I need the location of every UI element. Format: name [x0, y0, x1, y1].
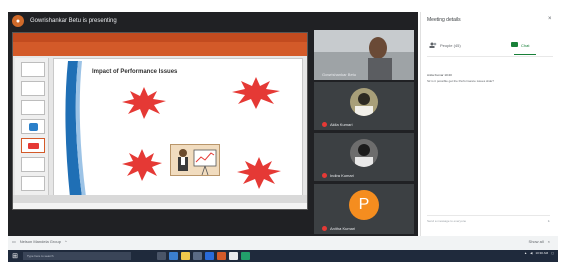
task-view-icon[interactable] [157, 252, 166, 260]
powerpoint-window: Impact of Performance Issues [12, 32, 308, 210]
tab-active-indicator [514, 54, 536, 55]
slide-thumbnail[interactable] [21, 62, 45, 77]
burst-shape [122, 87, 166, 119]
chevron-up-icon[interactable]: ^ [65, 239, 67, 244]
tab-people-label: People (45) [440, 42, 461, 48]
download-item[interactable]: ▭ Nelson Mandela Group ^ [12, 239, 67, 244]
participant-name-row: Gowrishankar Betu [322, 72, 356, 77]
screen: ● Gowrishankar Betu is presenting Impact… [0, 0, 562, 262]
avatar [350, 88, 378, 116]
meet-logo-icon: ● [12, 15, 24, 27]
meet-top-bar: ● Gowrishankar Betu is presenting [8, 12, 418, 30]
slide-thumbnail[interactable] [21, 157, 45, 172]
clock-time[interactable]: 10:30 AM [535, 251, 548, 255]
presenter-clipart [170, 144, 220, 176]
system-tray: ▲ ◀ 10:30 AM ▢ [524, 251, 554, 255]
participant-name-row: Anitha Kumari [322, 226, 355, 231]
tab-chat[interactable]: Chat [511, 37, 529, 53]
avatar-letter: P [349, 190, 379, 220]
taskbar-app-icons [157, 252, 250, 260]
chat-message-author: Anita Kumar 10:20 [427, 73, 452, 77]
word-icon[interactable] [205, 252, 214, 260]
panel-title: Meeting details [427, 17, 461, 23]
avatar [350, 139, 378, 167]
slide-title: Impact of Performance Issues [92, 69, 178, 75]
people-icon [429, 42, 437, 48]
close-icon[interactable]: × [548, 16, 552, 22]
mic-off-icon [322, 122, 327, 127]
meeting-details-panel: Meeting details × People (45) Chat Anita… [420, 12, 555, 236]
taskbar-search-box[interactable]: Type here to search [23, 252, 131, 260]
taskbar-search-placeholder: Type here to search [27, 254, 54, 258]
powerpoint-icon[interactable] [217, 252, 226, 260]
close-download-bar-icon[interactable]: × [548, 239, 550, 244]
file-explorer-icon[interactable] [181, 252, 190, 260]
tab-divider [427, 56, 553, 57]
participant-tile[interactable]: Akila Kumari [314, 82, 414, 130]
participant-tile[interactable]: P Anitha Kumari [314, 184, 414, 234]
burst-shape [122, 149, 162, 181]
mic-off-icon [322, 226, 327, 231]
file-icon: ▭ [12, 239, 16, 244]
windows-taskbar: ⊞ Type here to search ▲ ◀ 10:30 AM ▢ [8, 250, 558, 262]
participant-name: Akila Kumari [330, 122, 353, 127]
ppt-titlebar [13, 33, 307, 42]
notifications-icon[interactable]: ▢ [551, 251, 554, 255]
participant-name: Gowrishankar Betu [322, 72, 357, 77]
participant-name-row: Indira Kumari [322, 173, 354, 178]
ppt-ribbon [13, 42, 307, 56]
browser-download-bar: ▭ Nelson Mandela Group ^ Show all × [8, 236, 558, 250]
volume-icon[interactable]: ◀ [530, 251, 532, 255]
slide-thumbnail[interactable] [21, 81, 45, 96]
network-icon[interactable]: ▲ [524, 251, 527, 255]
slide-thumbnail-selected[interactable] [21, 138, 45, 153]
excel-icon[interactable] [241, 252, 250, 260]
send-icon[interactable]: ➤ [547, 219, 550, 223]
presenting-label: Gowrishankar Betu is presenting [30, 18, 117, 24]
participant-tile-video[interactable]: Gowrishankar Betu [314, 30, 414, 80]
download-item-label: Nelson Mandela Group [19, 239, 61, 244]
chat-message-text: Sir is it possible get the Performance i… [427, 79, 494, 83]
slide-thumbnail[interactable] [21, 176, 45, 191]
download-bar-right: Show all × [529, 239, 550, 244]
chat-input[interactable]: Send a message to everyone ➤ [427, 215, 550, 225]
ppt-body: Impact of Performance Issues [13, 56, 307, 203]
chat-input-placeholder: Send a message to everyone [427, 218, 467, 223]
tab-people[interactable]: People (45) [429, 37, 461, 53]
slide-thumbnail[interactable] [21, 100, 45, 115]
slide-thumbnail[interactable] [21, 119, 45, 134]
slide-canvas[interactable]: Impact of Performance Issues [53, 58, 303, 198]
edge-icon[interactable] [169, 252, 178, 260]
participant-name: Indira Kumari [330, 173, 354, 178]
participant-tile[interactable]: Indira Kumari [314, 133, 414, 181]
mic-off-icon [322, 173, 327, 178]
chrome-icon[interactable] [229, 252, 238, 260]
store-icon[interactable] [193, 252, 202, 260]
slide-thumbnails[interactable] [15, 58, 49, 201]
windows-start-icon[interactable]: ⊞ [10, 251, 20, 261]
tab-chat-label: Chat [521, 42, 530, 48]
meet-stage: Impact of Performance Issues Gowrishanka… [8, 30, 418, 236]
chat-icon [511, 42, 518, 47]
burst-shape [232, 77, 280, 109]
participant-name: Anitha Kumari [330, 226, 356, 231]
ppt-status-bar [13, 195, 307, 203]
participant-name-row: Akila Kumari [322, 122, 352, 127]
show-all-button[interactable]: Show all [529, 239, 544, 244]
burst-shape [237, 157, 281, 189]
